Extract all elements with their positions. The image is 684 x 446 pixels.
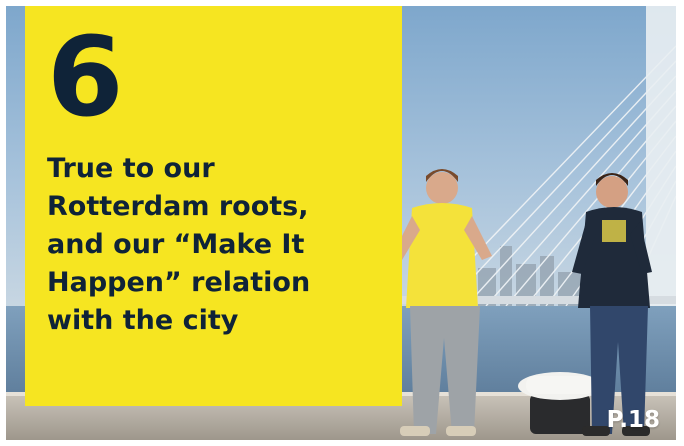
headline-panel: 6 True to our Rotterdam roots, and our “… <box>25 6 402 406</box>
page-reference: P.18 <box>606 407 660 433</box>
feature-number: 6 <box>47 13 124 141</box>
feature-headline: True to our Rotterdam roots, and our “Ma… <box>47 153 311 336</box>
feature-card: 6 True to our Rotterdam roots, and our “… <box>6 6 676 440</box>
